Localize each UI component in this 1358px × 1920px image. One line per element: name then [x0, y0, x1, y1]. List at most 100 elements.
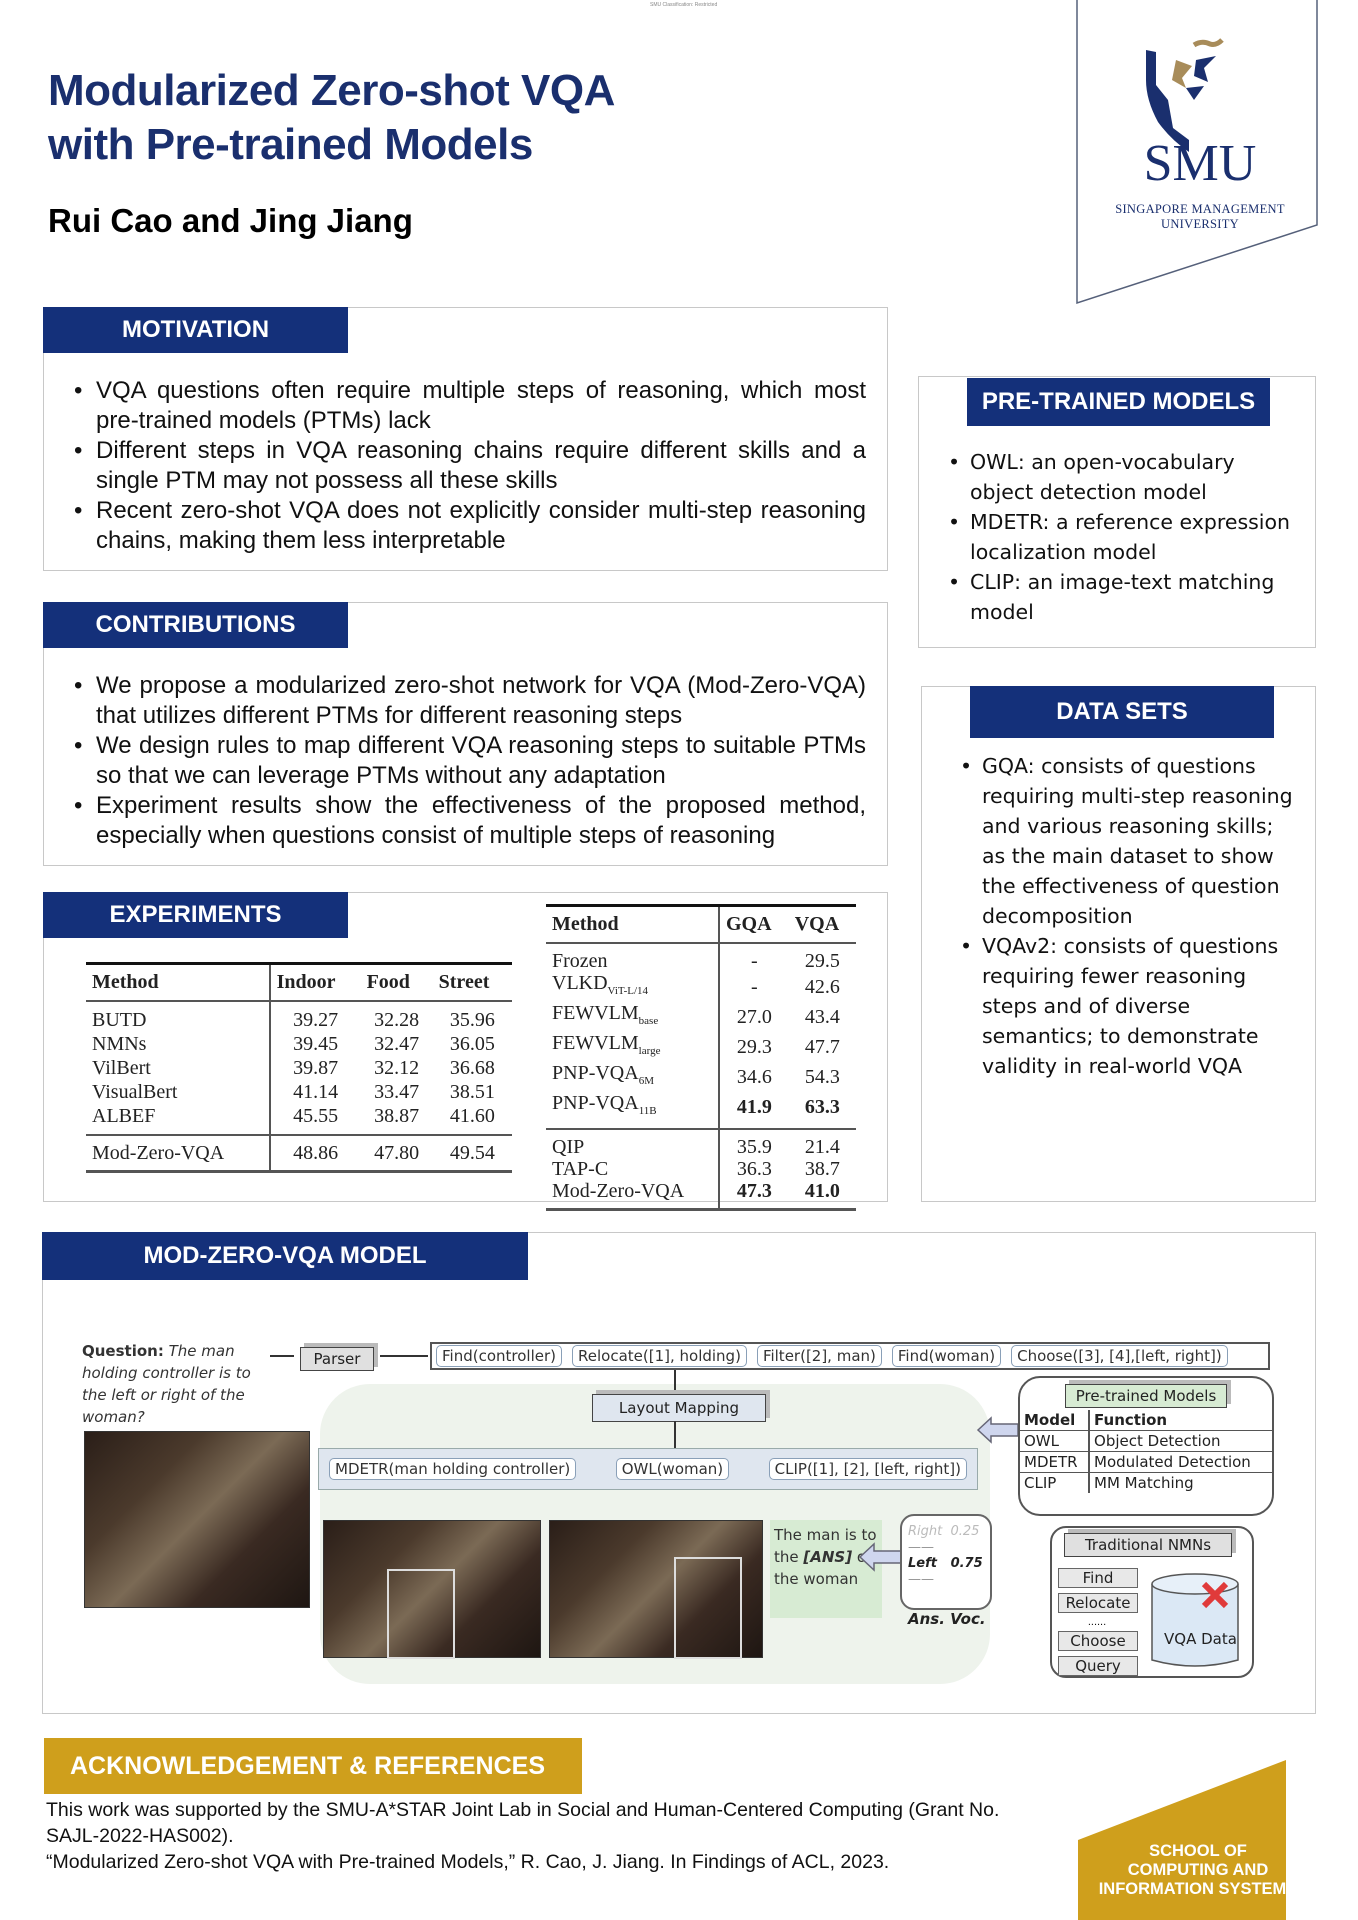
motivation-bullet: Different steps in VQA reasoning chains … — [70, 436, 866, 496]
value-cell: 34.6 — [736, 1066, 772, 1088]
value-cell: 21.4 — [804, 1136, 840, 1158]
poster-title: Modularized Zero-shot VQA with Pre-train… — [48, 64, 615, 172]
ptm-row: MDETR Modulated Detection — [1020, 1451, 1272, 1473]
table-row: PNP-VQA6M 34.6 54.3 — [546, 1062, 856, 1092]
chain-step: Choose([3], [4],[left, right]) — [1011, 1345, 1228, 1367]
module-clip: CLIP([1], [2], [left, right]) — [768, 1458, 967, 1480]
pretrained-models-list: OWL: an open-vocabulary object detection… — [944, 447, 1299, 627]
method-cell: Frozen — [546, 943, 720, 972]
col-header: Indoor — [276, 971, 336, 993]
method-cell: Mod-Zero-VQA — [546, 1180, 720, 1210]
table-row: FEWVLMbase 27.0 43.4 — [546, 1002, 856, 1032]
ptm-title: Pre-trained Models — [1065, 1384, 1227, 1408]
value-cell: 36.05 — [449, 1033, 495, 1055]
acknowledgement-heading: ACKNOWLEDGEMENT & REFERENCES — [44, 1738, 582, 1794]
method-cell: ALBEF — [86, 1104, 271, 1135]
table-row: VLKDViT-L/14 - 42.6 — [546, 972, 856, 1002]
nmn-module: Find — [1058, 1568, 1138, 1588]
model-heading: MOD-ZERO-VQA MODEL — [42, 1232, 528, 1280]
method-cell: QIP — [546, 1129, 720, 1158]
method-cell: BUTD — [86, 1001, 271, 1032]
value-cell: 39.87 — [293, 1057, 339, 1079]
module-owl: OWL(woman) — [615, 1458, 730, 1480]
value-cell: 38.7 — [804, 1158, 840, 1180]
col-header: Food — [366, 971, 410, 993]
arrow-icon — [380, 1355, 428, 1357]
nmn-module: Query — [1058, 1656, 1138, 1676]
motivation-bullet: Recent zero-shot VQA does not explicitly… — [70, 496, 866, 556]
ptm-bullet: OWL: an open-vocabulary object detection… — [944, 447, 1299, 507]
value-cell: 32.12 — [374, 1057, 420, 1079]
table-row: Mod-Zero-VQA 47.3 41.0 — [546, 1180, 856, 1210]
chain-step: Find(woman) — [891, 1345, 1002, 1367]
connector-line — [674, 1421, 676, 1448]
table-row: FEWVLMlarge 29.3 47.7 — [546, 1032, 856, 1062]
method-cell: VisualBert — [86, 1080, 271, 1104]
method-cell: FEWVLMbase — [546, 1002, 720, 1032]
pretrained-models-heading: PRE-TRAINED MODELS — [967, 378, 1270, 426]
reasoning-chain: Find(controller) Relocate([1], holding) … — [430, 1342, 1270, 1370]
dataset-bullet: GQA: consists of questions requiring mul… — [956, 751, 1296, 931]
value-cell: 38.51 — [449, 1081, 495, 1103]
table-row: NMNs 39.45 32.47 36.05 — [86, 1032, 512, 1056]
value-cell: 63.3 — [804, 1096, 840, 1118]
table-row: QIP 35.9 21.4 — [546, 1129, 856, 1158]
module-mdetr: MDETR(man holding controller) — [329, 1458, 577, 1480]
answer-option: Right 0.25 — [908, 1524, 980, 1539]
method-cell: NMNs — [86, 1032, 271, 1056]
nmn-module: Relocate — [1058, 1593, 1138, 1613]
left-arrow-icon — [858, 1542, 903, 1572]
answer-vocabulary: Right 0.25 —— Left 0.75 —— — [900, 1514, 992, 1610]
connector-line — [674, 1370, 676, 1394]
experiments-heading: EXPERIMENTS — [43, 892, 348, 938]
col-header: Street — [438, 971, 490, 993]
value-cell: 39.45 — [293, 1033, 339, 1055]
authors: Rui Cao and Jing Jiang — [48, 202, 413, 239]
ptm-bullet: MDETR: a reference expression localizati… — [944, 507, 1299, 567]
value-cell: 38.87 — [374, 1105, 420, 1127]
question-label: Question: — [82, 1342, 164, 1360]
value-cell: 42.6 — [804, 976, 840, 998]
chain-step: Filter([2], man) — [756, 1345, 882, 1367]
bounding-box — [387, 1569, 455, 1659]
input-image — [84, 1431, 310, 1608]
results-table-domains: Method Indoor Food Street BUTD 39.27 32.28… — [86, 962, 512, 1173]
value-cell: 47.7 — [804, 1036, 840, 1058]
value-cell: - — [751, 976, 758, 998]
smu-wordmark: SMU — [1143, 135, 1257, 192]
acknowledgement-text: This work was supported by the SMU-A*STA… — [46, 1797, 1056, 1875]
value-cell: 32.47 — [374, 1033, 420, 1055]
ans-voc-label: Ans. Voc. — [908, 1610, 986, 1628]
col-header: Method — [546, 905, 720, 943]
chain-step: Find(controller) — [436, 1345, 562, 1367]
table-row: VisualBert 41.14 33.47 38.51 — [86, 1080, 512, 1104]
bounding-box — [674, 1557, 742, 1659]
motivation-list: VQA questions often require multiple ste… — [70, 376, 866, 556]
value-cell: 35.9 — [736, 1136, 772, 1158]
ptm-bullet: CLIP: an image-text matching model — [944, 567, 1299, 627]
value-cell: 47.3 — [736, 1180, 772, 1202]
value-cell: 29.5 — [804, 950, 840, 972]
smu-full-name: SINGAPORE MANAGEMENT UNIVERSITY — [1115, 202, 1285, 231]
table-row: Frozen - 29.5 — [546, 943, 856, 972]
contribution-bullet: We design rules to map different VQA rea… — [70, 731, 866, 791]
method-cell: PNP-VQA6M — [546, 1062, 720, 1092]
motivation-heading: MOTIVATION — [43, 307, 348, 353]
contribution-bullet: Experiment results show the effectivenes… — [70, 791, 866, 851]
value-cell: 41.14 — [293, 1081, 339, 1103]
value-cell: 36.3 — [736, 1158, 772, 1180]
answer-slot: [ANS] — [803, 1548, 853, 1566]
method-cell: FEWVLMlarge — [546, 1032, 720, 1062]
nmn-module: Choose — [1058, 1631, 1138, 1651]
answer-option: Left 0.75 — [908, 1556, 983, 1571]
question-text: Question: The man holding controller is … — [82, 1342, 251, 1426]
mdetr-output-image — [323, 1520, 541, 1659]
title-line-1: Modularized Zero-shot VQA — [48, 66, 615, 115]
contributions-heading: CONTRIBUTIONS — [43, 602, 348, 648]
chain-step: Relocate([1], holding) — [572, 1345, 747, 1367]
table-row-ours: Mod-Zero-VQA 48.86 47.80 49.54 — [86, 1135, 512, 1172]
contributions-list: We propose a modularized zero-shot netwo… — [70, 671, 866, 851]
method-cell: TAP-C — [546, 1158, 720, 1180]
value-cell: 41.60 — [449, 1105, 495, 1127]
nmn-title: Traditional NMNs — [1064, 1533, 1232, 1557]
